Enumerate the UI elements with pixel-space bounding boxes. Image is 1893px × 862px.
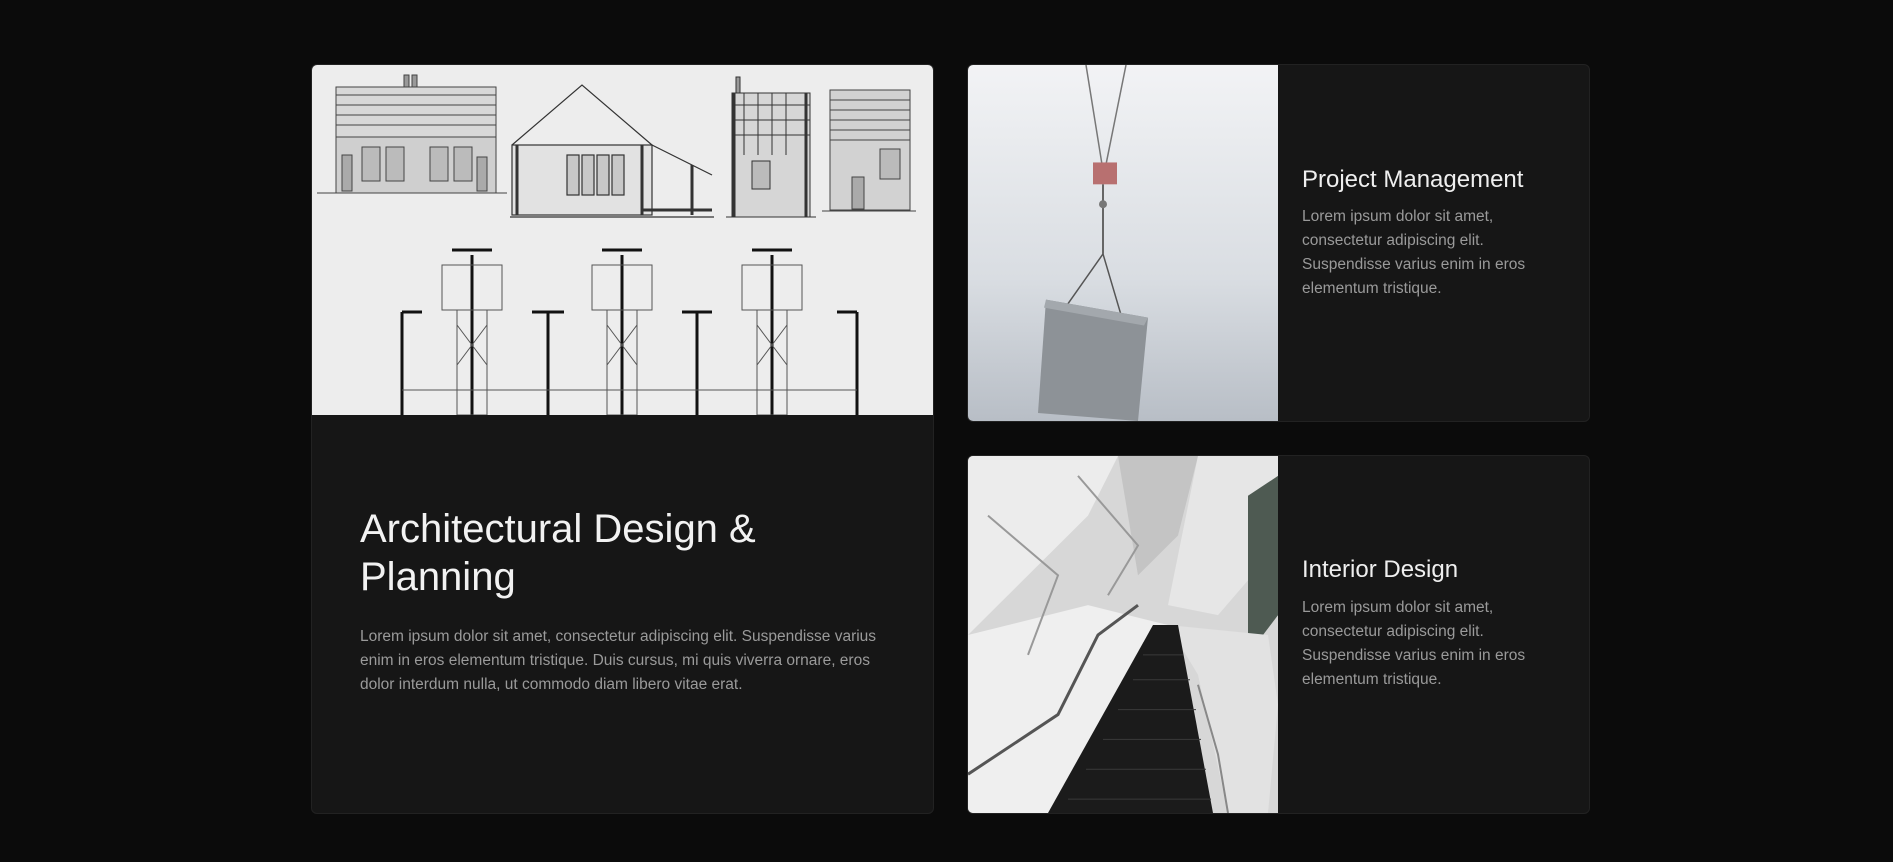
card-title: Interior Design — [1302, 556, 1459, 583]
architectural-blueprint-image — [312, 65, 933, 415]
crane-panel-image — [968, 65, 1278, 421]
card-description: Lorem ipsum dolor sit amet, consectetur … — [1302, 208, 1526, 297]
escalator-interior-image — [968, 456, 1278, 813]
service-card-project-management[interactable]: Project Management Lorem ipsum dolor sit… — [967, 64, 1590, 422]
card-description: Lorem ipsum dolor sit amet, consectetur … — [1302, 599, 1526, 688]
card-title: Project Management — [1302, 166, 1524, 193]
service-card-interior-design[interactable]: Interior Design Lorem ipsum dolor sit am… — [967, 455, 1590, 814]
card-title: Architectural Design & Planning — [360, 507, 756, 599]
card-description: Lorem ipsum dolor sit amet, consectetur … — [360, 628, 877, 693]
service-card-architectural[interactable]: Architectural Design & Planning Lorem ip… — [311, 64, 934, 814]
